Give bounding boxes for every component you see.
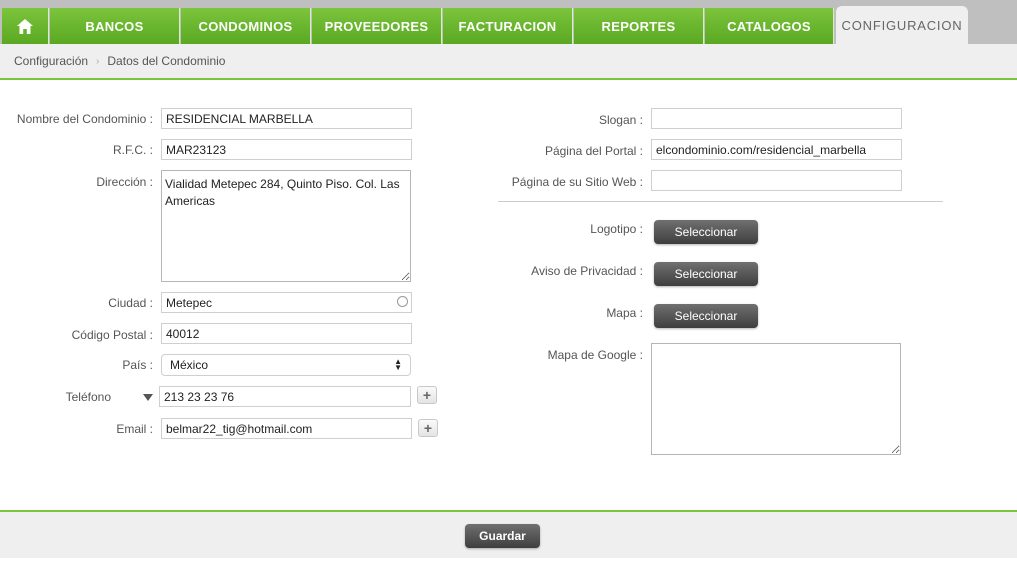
mapa-google-label: Mapa de Google : — [547, 348, 643, 362]
portal-label: Página del Portal : — [544, 144, 643, 158]
email-label: Email : — [116, 422, 153, 436]
mapa-google-textarea[interactable] — [651, 343, 901, 455]
direccion-textarea[interactable]: Vialidad Metepec 284, Quinto Piso. Col. … — [161, 170, 411, 282]
telefono-input[interactable] — [159, 386, 411, 407]
portal-input[interactable] — [651, 139, 902, 160]
pais-selected-value: México — [170, 358, 209, 372]
logotipo-label: Logotipo : — [590, 222, 643, 236]
nav-bancos[interactable]: BANCOS — [50, 8, 180, 44]
rfc-label: R.F.C. : — [112, 143, 153, 157]
section-divider — [498, 201, 943, 202]
breadcrumb-separator-icon: › — [96, 55, 100, 67]
email-input[interactable] — [161, 418, 412, 439]
mapa-label: Mapa : — [606, 306, 643, 320]
nav-proveedores[interactable]: PROVEEDORES — [312, 8, 442, 44]
nav-home[interactable] — [2, 8, 49, 44]
ciudad-loading-icon — [397, 296, 408, 307]
breadcrumb-configuracion[interactable]: Configuración — [14, 54, 88, 68]
aviso-privacidad-label: Aviso de Privacidad : — [531, 264, 643, 278]
main-nav: BANCOS CONDOMINOS PROVEEDORES FACTURACIO… — [0, 0, 1017, 44]
cp-label: Código Postal : — [71, 328, 153, 342]
select-arrows-icon: ▲ ▼ — [394, 357, 402, 372]
ciudad-label: Ciudad : — [108, 296, 153, 310]
slogan-label: Slogan : — [598, 113, 643, 127]
nav-configuracion[interactable]: CONFIGURACION — [836, 6, 968, 44]
home-icon — [17, 18, 33, 34]
breadcrumb: Configuración › Datos del Condominio — [0, 44, 1017, 80]
direccion-label: Dirección : — [96, 175, 153, 189]
ciudad-input[interactable] — [161, 292, 412, 313]
nombre-label: Nombre del Condominio : — [16, 112, 153, 126]
rfc-input[interactable] — [161, 139, 412, 160]
pais-select[interactable]: México ▲ ▼ — [161, 354, 411, 376]
breadcrumb-datos-condominio: Datos del Condominio — [107, 54, 226, 68]
logotipo-select-button[interactable]: Seleccionar — [654, 220, 758, 244]
save-button[interactable]: Guardar — [465, 524, 540, 548]
form-footer: Guardar — [0, 510, 1017, 558]
telefono-label: Teléfono — [65, 390, 111, 404]
add-telefono-button[interactable]: + — [417, 386, 437, 404]
mapa-select-button[interactable]: Seleccionar — [654, 304, 758, 328]
nav-facturacion[interactable]: FACTURACION — [443, 8, 573, 44]
add-email-button[interactable]: + — [418, 419, 438, 437]
slogan-input[interactable] — [651, 108, 902, 129]
cp-input[interactable] — [161, 323, 412, 344]
telefono-type-dropdown-icon[interactable] — [143, 394, 153, 401]
aviso-privacidad-select-button[interactable]: Seleccionar — [654, 262, 758, 286]
pais-label: País : — [122, 358, 153, 372]
nav-condominos[interactable]: CONDOMINOS — [181, 8, 311, 44]
sitio-web-input[interactable] — [651, 170, 902, 191]
nav-catalogos[interactable]: CATALOGOS — [705, 8, 834, 44]
nav-reportes[interactable]: REPORTES — [574, 8, 704, 44]
sitio-web-label: Página de su Sitio Web : — [511, 175, 643, 189]
nombre-input[interactable] — [161, 108, 412, 129]
